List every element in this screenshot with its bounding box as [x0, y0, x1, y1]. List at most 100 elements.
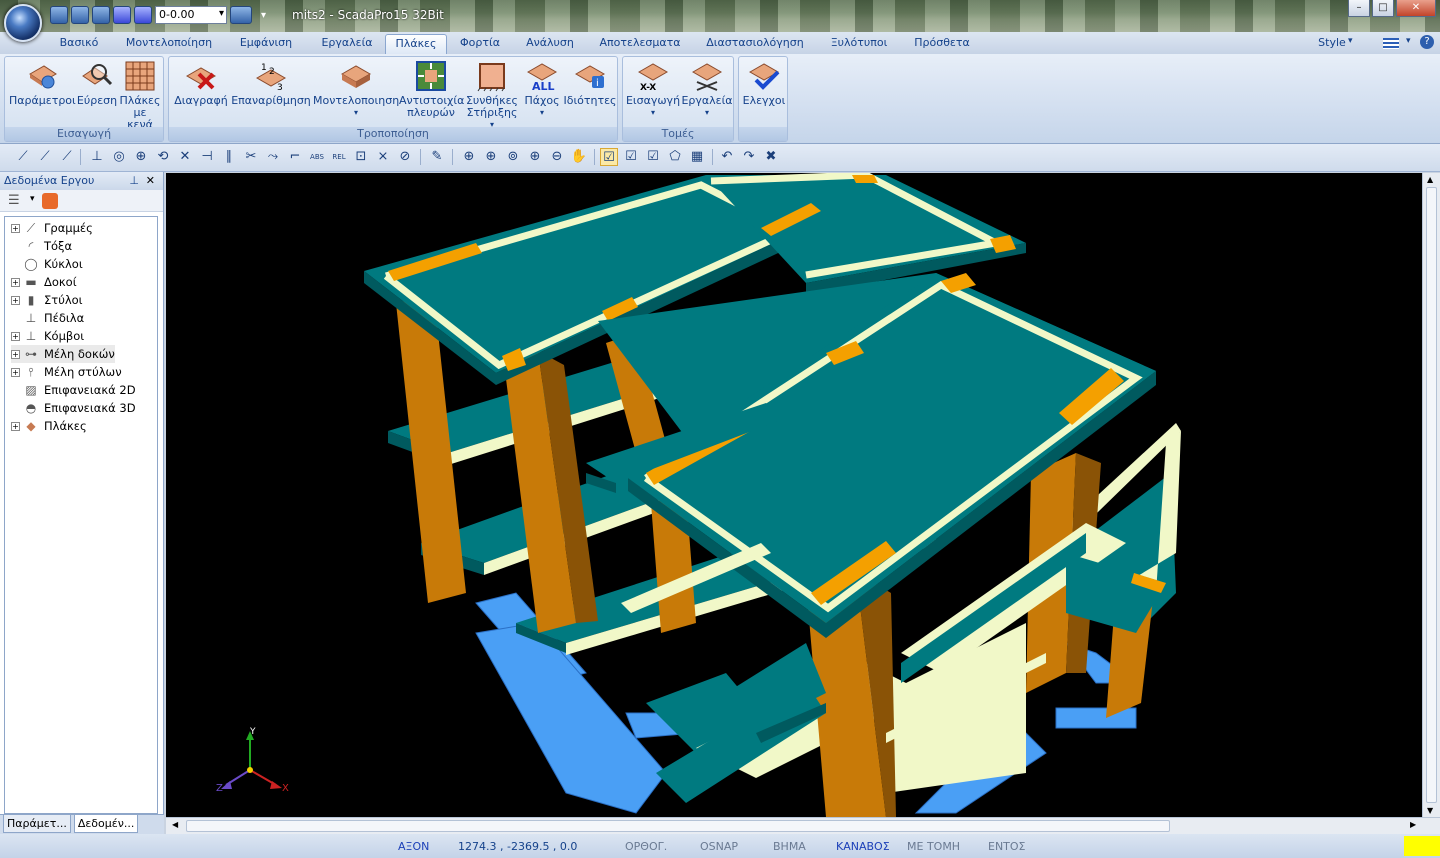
line-tool-icon[interactable]: ⟋ [14, 148, 32, 166]
rel-coordinates-icon[interactable]: REL [330, 148, 348, 166]
language-dropdown-icon[interactable]: ▾ [1406, 36, 1411, 46]
expand-icon[interactable]: + [11, 367, 20, 377]
level-up-icon[interactable] [113, 6, 131, 24]
tree-item-nodes[interactable]: + ⊥ Κόμβοι [11, 327, 84, 345]
tab-results[interactable]: Αποτελεσματα [592, 34, 688, 54]
line-angle-tool-icon[interactable]: ⟋ [58, 148, 76, 166]
minimize-button[interactable]: – [1348, 0, 1370, 17]
abs-coordinates-icon[interactable]: ABS [308, 148, 326, 166]
maximize-button[interactable]: □ [1372, 0, 1394, 17]
zoom-window-icon[interactable]: ⊕ [460, 148, 478, 166]
status-step[interactable]: ΒΗΜΑ [773, 840, 806, 853]
tab-addons[interactable]: Πρόσθετα [906, 34, 978, 54]
tab-tools[interactable]: Εργαλεία [312, 34, 382, 54]
status-osnap[interactable]: OSNAP [700, 840, 738, 853]
status-within[interactable]: ΕΝΤΟΣ [988, 840, 1026, 853]
expand-icon[interactable]: + [11, 277, 20, 287]
globe-icon[interactable] [92, 6, 110, 24]
status-canvas[interactable]: ΚΑΝΑΒΟΣ [836, 840, 890, 853]
zoom-in-icon[interactable]: ⊕ [482, 148, 500, 166]
print-icon[interactable] [50, 6, 68, 24]
tree-item-slabs[interactable]: + ◆ Πλάκες [11, 417, 87, 435]
tree-item-surface-2d[interactable]: ▨ Επιφανειακά 2D [11, 381, 135, 399]
section-tools-button[interactable]: Εργαλεία ▾ [681, 60, 733, 119]
check-active-icon[interactable]: ☑ [600, 148, 618, 166]
status-axon[interactable]: ΑΞΟΝ [398, 840, 429, 853]
tab-loads[interactable]: Φορτία [452, 34, 508, 54]
refresh-icon[interactable] [42, 193, 58, 209]
help-icon[interactable]: ? [1420, 35, 1434, 49]
open-icon[interactable] [71, 6, 89, 24]
undo-icon[interactable]: ↶ [718, 148, 736, 166]
parameters-button[interactable]: Παράμετροι [9, 60, 76, 107]
expand-icon[interactable]: + [11, 223, 20, 233]
tree-item-column-members[interactable]: + ⫯ Μέλη στύλων [11, 363, 122, 381]
rotate-tool-icon[interactable]: ⟲ [154, 148, 172, 166]
support-conditions-button[interactable]: Συνθήκες Στήριξης ▾ [463, 60, 521, 131]
slabs-with-openings-button[interactable]: Πλάκες με κενά [119, 60, 161, 131]
style-dropdown-icon[interactable]: ▾ [1348, 36, 1353, 46]
horizontal-scrollbar[interactable]: ◀ ▶ [166, 817, 1440, 834]
tab-slabs[interactable]: Πλάκες [385, 34, 447, 54]
pin-icon[interactable]: ⊥ [129, 172, 139, 190]
status-intersect[interactable]: ΜΕ ΤΟΜΗ [907, 840, 960, 853]
redo-icon[interactable]: ↷ [740, 148, 758, 166]
scroll-left-icon[interactable]: ◀ [172, 820, 178, 829]
pen-icon[interactable]: ✎ [428, 148, 446, 166]
3d-viewport[interactable]: Y X Z [166, 173, 1422, 817]
tab-basic[interactable]: Βασικό [48, 34, 110, 54]
scroll-right-icon[interactable]: ▶ [1410, 820, 1416, 829]
tree-item-circles[interactable]: ◯ Κύκλοι [11, 255, 82, 273]
cancel-icon[interactable]: ✖ [762, 148, 780, 166]
thickness-button[interactable]: ALL Πάχος ▾ [521, 60, 563, 119]
scroll-thumb-horizontal[interactable] [186, 820, 1170, 832]
slab-modeling-button[interactable]: Μοντελοποιηση ▾ [313, 60, 399, 119]
offset-tool-icon[interactable]: ⊣ [198, 148, 216, 166]
section-insert-button[interactable]: X-X Εισαγωγή ▾ [625, 60, 681, 119]
circle-tool-icon[interactable]: ◎ [110, 148, 128, 166]
check-line-icon[interactable]: ☑ [622, 148, 640, 166]
tab-formwork[interactable]: Ξυλότυποι [822, 34, 896, 54]
tab-project-data[interactable]: Δεδομέν... [73, 815, 139, 833]
expand-icon[interactable]: + [11, 421, 20, 431]
scroll-up-icon[interactable]: ▲ [1427, 175, 1433, 184]
tree-item-footings[interactable]: ⊥ Πέδιλα [11, 309, 84, 327]
delete-button[interactable]: Διαγραφή [171, 60, 231, 107]
scroll-down-icon[interactable]: ▼ [1427, 806, 1433, 815]
cross-snap-icon[interactable]: ⨯ [374, 148, 392, 166]
renumber-button[interactable]: 123 Επαναρίθμηση [231, 60, 311, 107]
snap-box-icon[interactable]: ⊡ [352, 148, 370, 166]
tree-item-lines[interactable]: + ⟋ Γραμμές [11, 219, 93, 237]
tree-view-icon[interactable]: ☰ [8, 193, 20, 208]
tab-analysis[interactable]: Ανάλυση [518, 34, 582, 54]
tree-item-beam-members[interactable]: + ⊶ Μέλη δοκών [11, 345, 115, 363]
properties-button[interactable]: i Ιδιότητες [563, 60, 617, 107]
zoom-extents-icon[interactable]: ⊚ [504, 148, 522, 166]
check-shape-icon[interactable]: ⬠ [666, 148, 684, 166]
tree-item-beams[interactable]: + ▬ Δοκοί [11, 273, 77, 291]
flag-icon[interactable] [1383, 38, 1399, 49]
center-tool-icon[interactable]: ⊕ [132, 148, 150, 166]
tab-design[interactable]: Διαστασιολόγηση [698, 34, 812, 54]
scroll-thumb-vertical[interactable] [1426, 187, 1437, 803]
level-down-icon[interactable] [134, 6, 152, 24]
perpendicular-tool-icon[interactable]: ⊥ [88, 148, 106, 166]
check-grid-icon[interactable]: ▦ [688, 148, 706, 166]
zoom-plus-icon[interactable]: ⊕ [526, 148, 544, 166]
attach-icon[interactable]: ⊘ [396, 148, 414, 166]
edge-matching-button[interactable]: Αντιστοιχία πλευρών [399, 60, 464, 119]
polyline-tool-icon[interactable]: ⟋ [36, 148, 54, 166]
extend-tool-icon[interactable]: ⤳ [264, 148, 282, 166]
tab-modeling[interactable]: Μοντελοποίηση [118, 34, 220, 54]
tree-item-surface-3d[interactable]: ◓ Επιφανειακά 3D [11, 399, 136, 417]
tree-item-arcs[interactable]: ◜ Τόξα [11, 237, 72, 255]
tree-view-dropdown-icon[interactable]: ▾ [30, 194, 35, 204]
tab-parameters[interactable]: Παράμετ... [3, 815, 71, 833]
panel-close-icon[interactable]: ✕ [146, 172, 155, 190]
expand-icon[interactable]: + [11, 295, 20, 305]
find-button[interactable]: Εύρεση [75, 60, 119, 107]
parallel-tool-icon[interactable]: ∥ [220, 148, 238, 166]
tab-view[interactable]: Εμφάνιση [230, 34, 302, 54]
level-combo[interactable]: 0-0.00 [155, 6, 227, 24]
trim-tool-icon[interactable]: ✂ [242, 148, 260, 166]
